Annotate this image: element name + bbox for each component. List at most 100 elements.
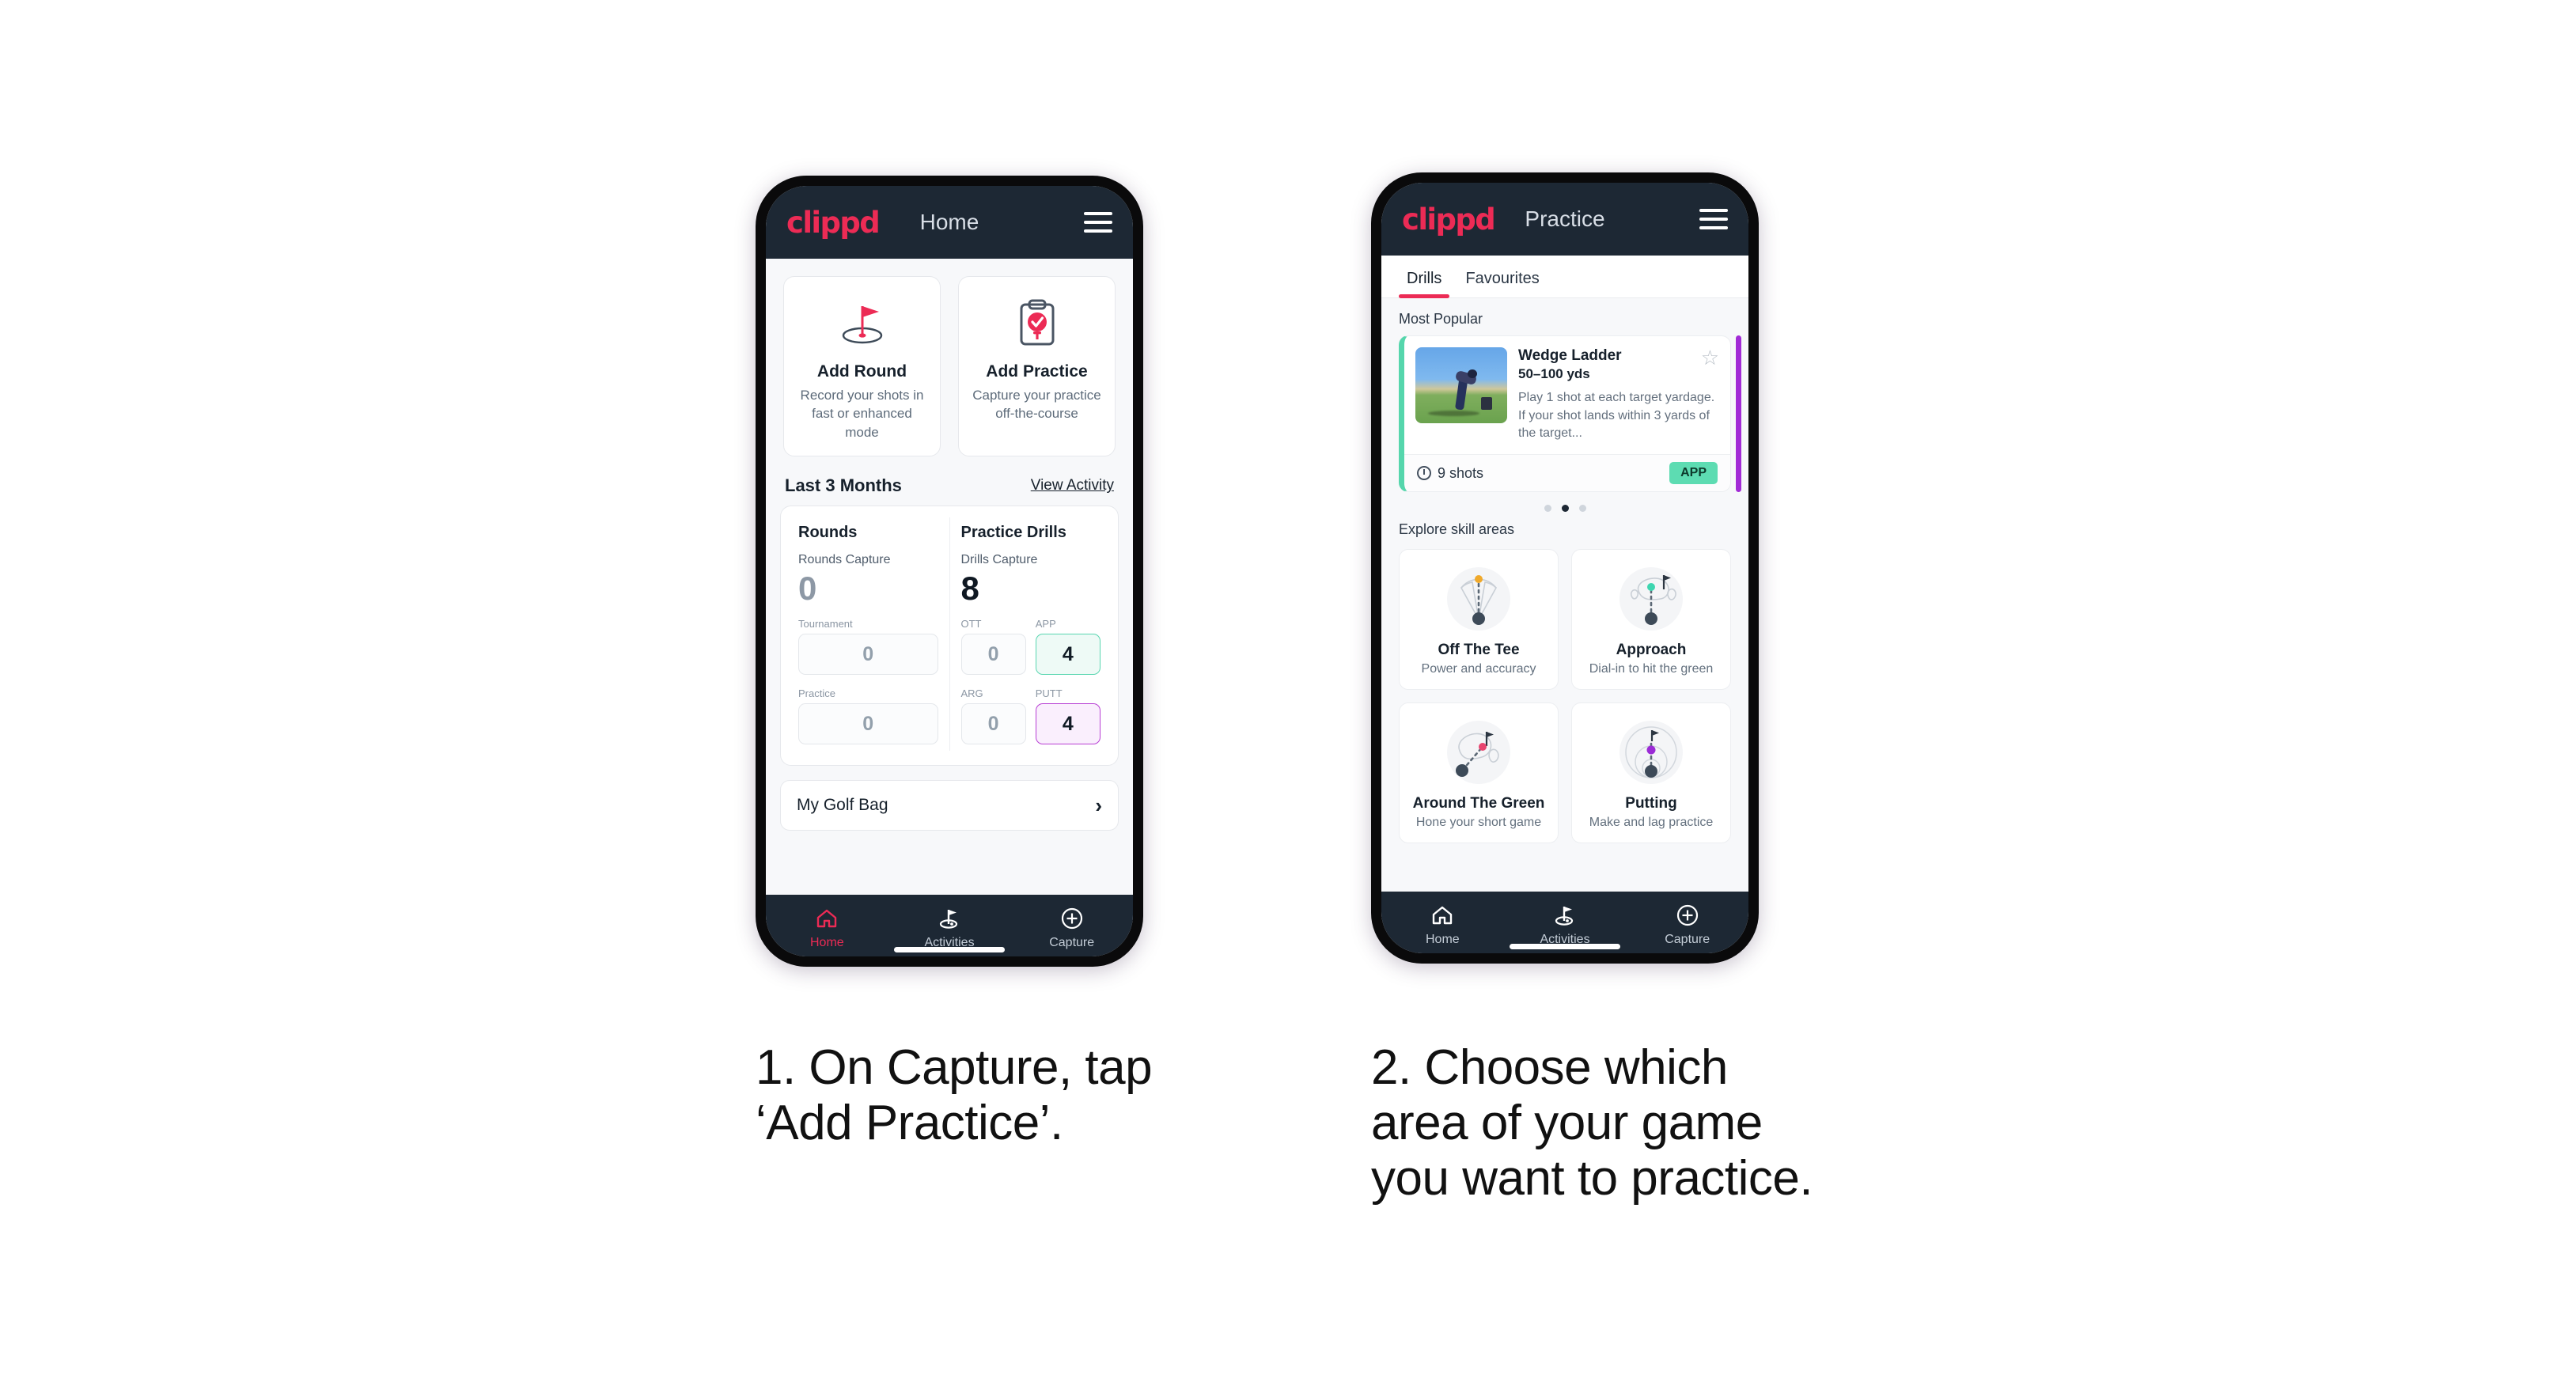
rounds-column: Rounds Rounds Capture 0 Tournament 0 Pra… bbox=[787, 517, 949, 751]
caption-2-line-3: you want to practice. bbox=[1371, 1151, 1813, 1206]
drill-description: Play 1 shot at each target yardage. If y… bbox=[1518, 391, 1715, 441]
carousel-dots bbox=[1381, 492, 1748, 515]
putting-rings-icon bbox=[1578, 714, 1724, 790]
skill-title: Approach bbox=[1616, 642, 1687, 659]
caption-2-line-2: area of your game bbox=[1371, 1096, 1763, 1151]
practice-tabs: Drills Favourites bbox=[1381, 256, 1748, 298]
tab-drills[interactable]: Drills bbox=[1399, 263, 1450, 298]
drills-column: Practice Drills Drills Capture 8 OTT 0 A… bbox=[949, 517, 1112, 752]
add-round-subtitle: Record your shots in fast or enhanced mo… bbox=[800, 388, 924, 440]
skill-subtitle: Make and lag practice bbox=[1589, 816, 1714, 830]
tournament-value[interactable]: 0 bbox=[798, 634, 938, 676]
nav-capture[interactable]: Capture bbox=[1010, 906, 1133, 950]
caption-step-1: 1. On Capture, tap ‘Add Practice’. bbox=[756, 1040, 1262, 1151]
skill-subtitle: Power and accuracy bbox=[1421, 662, 1536, 676]
caption-1-line-2: ‘Add Practice’. bbox=[756, 1096, 1063, 1151]
drills-capture-label: Drills Capture bbox=[960, 553, 1038, 567]
carousel-dot[interactable] bbox=[1578, 505, 1586, 513]
carousel-dot[interactable] bbox=[1544, 505, 1551, 513]
add-practice-subtitle: Capture your practice off-the-course bbox=[972, 388, 1101, 422]
home-icon bbox=[1381, 903, 1504, 928]
my-golf-bag-row[interactable]: My Golf Bag › bbox=[780, 780, 1119, 831]
phone2-appbar: clippd Practice bbox=[1381, 183, 1748, 256]
home-indicator bbox=[1510, 944, 1620, 949]
skill-title: Putting bbox=[1625, 795, 1677, 812]
practice-value[interactable]: 0 bbox=[798, 703, 938, 745]
nav-home[interactable]: Home bbox=[766, 906, 888, 950]
ott-label: OTT bbox=[960, 618, 982, 631]
golf-flag-hole-icon bbox=[794, 294, 930, 353]
clippd-logo: clippd bbox=[1402, 202, 1496, 237]
next-card-peek[interactable] bbox=[1736, 335, 1741, 493]
golf-flag-icon bbox=[888, 906, 1011, 931]
ott-value[interactable]: 0 bbox=[960, 634, 1026, 676]
arg-label: ARG bbox=[960, 687, 983, 700]
ott-app-row: OTT 0 APP 4 bbox=[960, 605, 1100, 676]
explore-skill-areas-label: Explore skill areas bbox=[1399, 521, 1515, 538]
nav-home-label: Home bbox=[1425, 933, 1460, 946]
skill-card-putting[interactable]: Putting Make and lag practice bbox=[1571, 702, 1731, 844]
app-label: APP bbox=[1035, 618, 1056, 631]
around-the-green-icon bbox=[1406, 714, 1551, 790]
chevron-right-icon: › bbox=[1095, 793, 1102, 818]
clippd-logo: clippd bbox=[786, 205, 881, 240]
last-3-months-row: Last 3 Months View Activity bbox=[766, 456, 1133, 506]
nav-capture-label: Capture bbox=[1049, 936, 1095, 949]
phone-mockup-home: clippd Home Add Round Record your shots … bbox=[756, 176, 1143, 967]
phone1-bottom-nav: Home Activities Capture bbox=[766, 895, 1133, 956]
status-badge: APP bbox=[1669, 462, 1718, 485]
nav-activities[interactable]: Activities bbox=[888, 906, 1011, 950]
shots-label: 9 shots bbox=[1438, 464, 1484, 481]
skill-subtitle: Hone your short game bbox=[1415, 816, 1542, 830]
skill-card-around-the-green[interactable]: Around The Green Hone your short game bbox=[1399, 702, 1559, 844]
drill-yardage: 50–100 yds bbox=[1518, 366, 1590, 381]
most-popular-label: Most Popular bbox=[1399, 311, 1483, 327]
my-golf-bag-label: My Golf Bag bbox=[797, 796, 888, 815]
quick-actions: Add Round Record your shots in fast or e… bbox=[766, 259, 1133, 457]
hamburger-icon[interactable] bbox=[1084, 212, 1112, 233]
putt-value[interactable]: 4 bbox=[1035, 703, 1100, 745]
phone1-screen: clippd Home Add Round Record your shots … bbox=[766, 186, 1133, 956]
rounds-capture-label: Rounds Capture bbox=[798, 553, 891, 567]
hamburger-icon[interactable] bbox=[1699, 209, 1728, 229]
skill-card-approach[interactable]: Approach Dial-in to hit the green bbox=[1571, 549, 1731, 691]
view-activity-link[interactable]: View Activity bbox=[1031, 477, 1114, 494]
drill-thumbnail bbox=[1415, 347, 1507, 423]
shots-count: 9 shots bbox=[1417, 465, 1483, 482]
phone2-content: Most Popular Wedge Ladder 50–100 yds ☆ P… bbox=[1381, 298, 1748, 892]
drill-card[interactable]: Wedge Ladder 50–100 yds ☆ Play 1 shot at… bbox=[1399, 335, 1731, 493]
phone1-appbar: clippd Home bbox=[766, 186, 1133, 259]
phone2-bottom-nav: Home Activities Capture bbox=[1381, 892, 1748, 953]
skill-title: Around The Green bbox=[1412, 795, 1545, 812]
drill-carousel: Wedge Ladder 50–100 yds ☆ Play 1 shot at… bbox=[1381, 335, 1748, 493]
poster-canvas: clippd Home Add Round Record your shots … bbox=[0, 0, 2576, 1386]
skill-card-off-the-tee[interactable]: Off The Tee Power and accuracy bbox=[1399, 549, 1559, 691]
stats-card: Rounds Rounds Capture 0 Tournament 0 Pra… bbox=[780, 506, 1119, 767]
tab-favourites[interactable]: Favourites bbox=[1457, 263, 1547, 297]
arg-value[interactable]: 0 bbox=[960, 703, 1026, 745]
off-the-tee-fan-icon bbox=[1406, 561, 1551, 637]
skill-areas-grid: Off The Tee Power and accuracy Approach … bbox=[1381, 546, 1748, 844]
caption-2-line-1: 2. Choose which bbox=[1371, 1040, 1728, 1095]
app-value[interactable]: 4 bbox=[1035, 634, 1100, 676]
add-practice-card[interactable]: Add Practice Capture your practice off-t… bbox=[958, 276, 1116, 457]
drills-heading: Practice Drills bbox=[960, 524, 1066, 542]
nav-capture-label: Capture bbox=[1665, 933, 1710, 946]
plus-circle-icon bbox=[1010, 906, 1133, 931]
practice-label: Practice bbox=[798, 687, 835, 700]
caption-step-2: 2. Choose which area of your game you wa… bbox=[1371, 1040, 1925, 1206]
nav-home[interactable]: Home bbox=[1381, 903, 1504, 947]
rounds-heading: Rounds bbox=[798, 524, 858, 542]
star-outline-icon[interactable]: ☆ bbox=[1701, 347, 1719, 368]
carousel-dot-active[interactable] bbox=[1561, 505, 1569, 513]
drills-capture-value: 8 bbox=[960, 570, 979, 608]
add-round-card[interactable]: Add Round Record your shots in fast or e… bbox=[783, 276, 941, 457]
add-practice-title: Add Practice bbox=[986, 362, 1088, 381]
nav-capture[interactable]: Capture bbox=[1626, 903, 1748, 947]
rounds-capture-value: 0 bbox=[798, 570, 817, 608]
putt-label: PUTT bbox=[1035, 687, 1063, 700]
nav-activities[interactable]: Activities bbox=[1504, 903, 1627, 947]
add-round-title: Add Round bbox=[816, 362, 907, 381]
phone2-screen: clippd Practice Drills Favourites Most P… bbox=[1381, 183, 1748, 953]
clock-icon bbox=[1417, 466, 1431, 481]
